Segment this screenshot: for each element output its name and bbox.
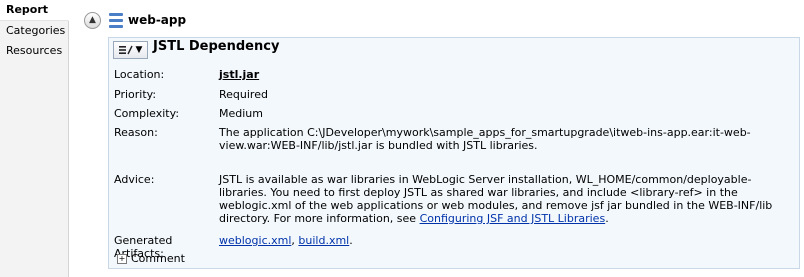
- weblogic-xml-link[interactable]: weblogic.xml: [219, 234, 291, 247]
- advice-label: Advice:: [114, 173, 155, 186]
- advice-tail: .: [605, 212, 609, 225]
- sidebar-item-report[interactable]: Report: [0, 0, 69, 21]
- issue-title: JSTL Dependency: [153, 39, 280, 54]
- sidebar: Report Categories Resources: [0, 0, 69, 277]
- complexity-label: Complexity:: [114, 107, 180, 120]
- priority-label: Priority:: [114, 88, 157, 101]
- collapse-button[interactable]: ▲: [84, 11, 101, 29]
- chevron-down-icon: ▼: [135, 45, 143, 55]
- configuring-jsf-jstl-link[interactable]: Configuring JSF and JSTL Libraries: [420, 212, 606, 225]
- application-icon: [109, 12, 123, 28]
- expand-plus-icon: +: [117, 253, 127, 264]
- complexity-value: Medium: [219, 107, 263, 120]
- app-name: web-app: [128, 13, 187, 27]
- app-header: ▲ web-app: [84, 10, 186, 30]
- location-value: jstl.jar: [219, 68, 799, 81]
- comment-label: Comment: [131, 252, 185, 265]
- artifacts-value: weblogic.xml, build.xml.: [219, 234, 799, 247]
- location-link[interactable]: jstl.jar: [219, 68, 259, 81]
- sidebar-item-categories[interactable]: Categories: [0, 21, 68, 41]
- comment-toggle[interactable]: + Comment: [117, 252, 185, 265]
- reason-label: Reason:: [114, 126, 158, 139]
- location-label: Location:: [114, 68, 165, 81]
- report-panel: ▲ web-app ▼ JSTL Dependency Location: js…: [70, 0, 804, 277]
- issue-menu-button[interactable]: ▼: [113, 41, 148, 59]
- advice-value: JSTL is available as war libraries in We…: [219, 173, 799, 225]
- sidebar-item-resources[interactable]: Resources: [0, 41, 68, 61]
- reason-value: The application C:\JDeveloper\mywork\sam…: [219, 126, 751, 152]
- artifact-tail: .: [349, 234, 353, 247]
- build-xml-link[interactable]: build.xml: [298, 234, 349, 247]
- issue-card: ▼ JSTL Dependency Location: jstl.jar Pri…: [108, 37, 800, 269]
- issue-list-icon: [118, 45, 133, 55]
- priority-value: Required: [219, 88, 268, 101]
- chevron-up-icon: ▲: [89, 15, 96, 25]
